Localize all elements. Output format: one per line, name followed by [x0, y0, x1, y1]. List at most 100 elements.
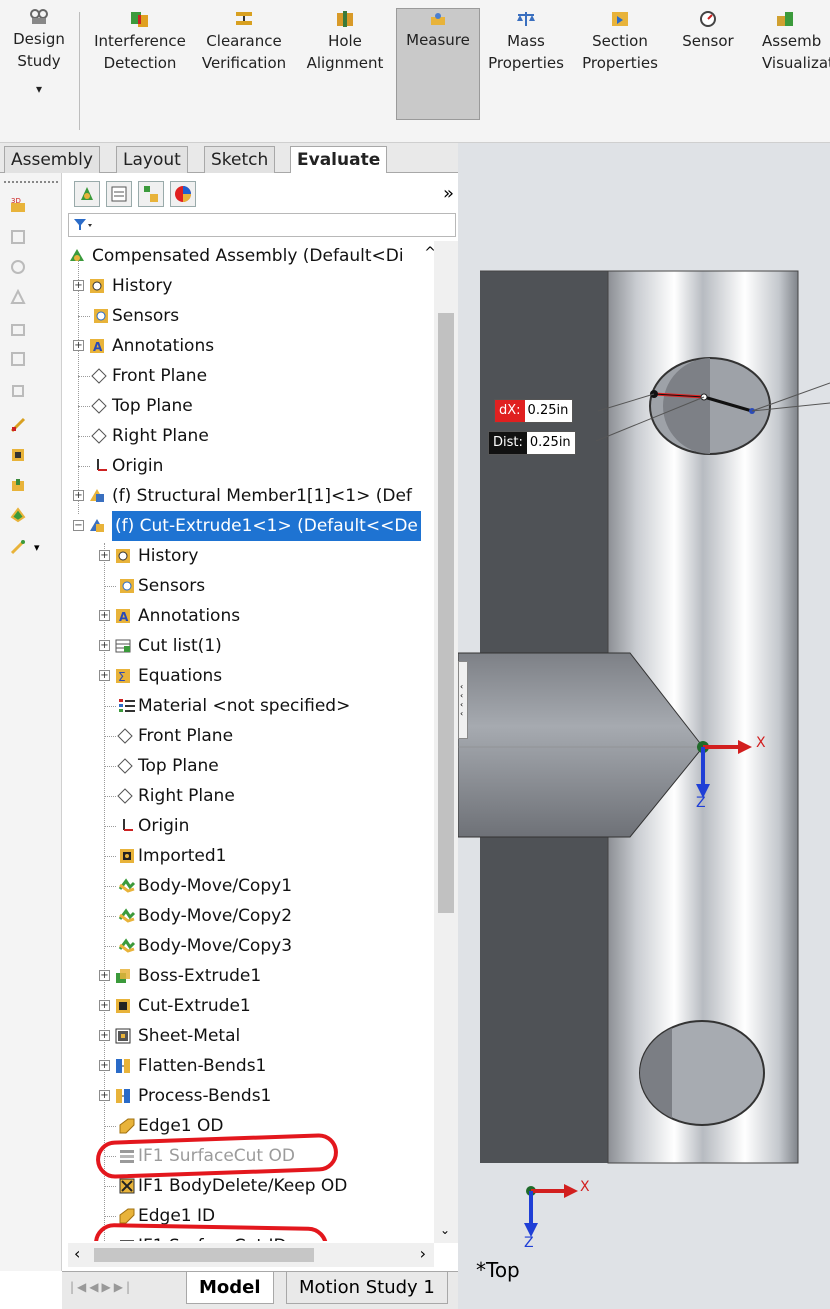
sensor-button[interactable]: Sensor — [676, 10, 740, 52]
collapse-arrows-icon: ‹ ‹ ‹ ‹ — [460, 682, 464, 718]
expand-toggle[interactable]: + — [73, 340, 84, 351]
expand-toggle[interactable]: + — [99, 1060, 110, 1071]
tree-item-label: Top Plane — [138, 756, 219, 776]
tree-item-label: History — [112, 276, 173, 296]
extrude-tool-icon[interactable] — [10, 447, 26, 463]
tab-layout[interactable]: Layout — [116, 146, 188, 173]
left-toolbar: 3D ▾ — [0, 173, 62, 1271]
tab-sketch[interactable]: Sketch — [204, 146, 276, 173]
expand-toggle[interactable]: + — [99, 670, 110, 681]
scroll-left-arrow-icon[interactable]: ‹ — [74, 1244, 80, 1263]
panel-collapse-handle[interactable]: ‹ ‹ ‹ ‹ — [458, 661, 468, 739]
tree-connector — [78, 259, 79, 514]
expand-toggle[interactable]: + — [73, 490, 84, 501]
tree-item-label: Cut-Extrude1 — [138, 996, 251, 1016]
scrollbar-thumb[interactable] — [94, 1248, 314, 1262]
tab-scroll-buttons[interactable]: |◀◀▶▶| — [70, 1280, 180, 1302]
scroll-down-arrow-icon[interactable]: ⌄ — [440, 1223, 450, 1237]
tree-vertical-scrollbar[interactable]: ⌄ — [434, 241, 458, 1243]
tree-item-label: Origin — [138, 816, 190, 836]
expand-toggle[interactable]: + — [99, 1030, 110, 1041]
feature-manager-tab[interactable] — [74, 181, 100, 207]
measure-callout-dx[interactable]: dX: 0.25in — [494, 399, 574, 423]
expand-toggle[interactable]: + — [73, 280, 84, 291]
feature-tool-icon[interactable] — [10, 507, 26, 523]
collapse-toggle[interactable]: − — [73, 520, 84, 531]
mass-properties-button[interactable]: Mass Properties — [486, 10, 566, 74]
tree-item-label: Material <not specified> — [138, 696, 351, 716]
prev-tab-icon[interactable]: ◀ — [89, 1280, 101, 1294]
material-icon — [119, 699, 135, 712]
tab-assembly[interactable]: Assembly — [4, 146, 100, 173]
plane-icon — [117, 788, 133, 804]
svg-text:A: A — [119, 610, 129, 624]
first-tab-icon[interactable]: |◀ — [70, 1280, 89, 1294]
tree-item-label: Flatten-Bends1 — [138, 1056, 267, 1076]
clearance-verification-button[interactable]: Clearance Verification — [196, 10, 292, 74]
sheet-metal-icon — [115, 1028, 131, 1044]
expand-toggle[interactable]: + — [99, 640, 110, 651]
dropdown-arrow-icon[interactable]: ▾ — [34, 541, 40, 554]
edge-flange-icon — [119, 1208, 135, 1224]
hole-alignment-button[interactable]: Hole Alignment — [298, 10, 392, 74]
tree-item-label: Right Plane — [112, 426, 209, 446]
expand-toggle[interactable]: + — [99, 610, 110, 621]
edge-flange-icon — [119, 1118, 135, 1134]
tab-evaluate[interactable]: Evaluate — [290, 146, 388, 174]
instant3d-icon[interactable] — [10, 539, 26, 555]
graphics-viewport[interactable]: X Z X Z dX: 0.25in Dist: 0.25in ‹ ‹ ‹ ‹ *Top — [458, 143, 830, 1309]
filter-icon[interactable] — [73, 218, 93, 232]
scrollbar-thumb[interactable] — [438, 313, 454, 913]
tree-item-label: Boss-Extrude1 — [138, 966, 262, 986]
design-study-label: Design Study — [13, 30, 65, 70]
sketch-tool-icon[interactable] — [10, 417, 26, 433]
display-manager-tab[interactable] — [170, 181, 196, 207]
measure-callout-dist[interactable]: Dist: 0.25in — [488, 431, 576, 455]
triad-x-label: X — [756, 735, 766, 751]
tree-horizontal-scrollbar[interactable]: ‹ › — [68, 1243, 434, 1267]
assembly-visualization-button[interactable]: Assemb Visualizat — [746, 10, 830, 74]
expand-panel-icon[interactable]: » — [443, 183, 454, 204]
measure-button[interactable]: Measure — [396, 8, 480, 120]
callout-value: 0.25in — [529, 435, 571, 450]
tree-filter-bar[interactable] — [68, 213, 456, 237]
expand-toggle[interactable]: + — [99, 970, 110, 981]
tree-item-label: History — [138, 546, 199, 566]
body-move-icon — [118, 908, 136, 923]
svg-text:A: A — [93, 340, 103, 354]
tab-motion-study-1[interactable]: Motion Study 1 — [286, 1272, 448, 1304]
toolbar-grip[interactable] — [4, 181, 58, 183]
measure-icon — [427, 9, 449, 27]
bottom-tab-bar: |◀◀▶▶| Model Motion Study 1 — [62, 1271, 458, 1309]
plane-icon — [91, 398, 107, 414]
last-tab-icon[interactable]: ▶| — [114, 1280, 133, 1294]
feature-tree: Compensated Assembly (Default<Di ^ + His… — [68, 241, 434, 1241]
design-study-button[interactable]: Design Study ▾ — [4, 8, 74, 100]
svg-text:3D: 3D — [11, 197, 21, 205]
red-highlight-annotation — [93, 1222, 329, 1241]
callout-value: 0.25in — [527, 403, 569, 418]
expand-toggle[interactable]: + — [99, 1090, 110, 1101]
clearance-verification-icon — [233, 10, 255, 28]
section-properties-button[interactable]: Section Properties — [570, 10, 670, 74]
annotations-icon: A — [116, 609, 130, 624]
3d-sketch-icon[interactable]: 3D — [10, 197, 26, 213]
design-study-icon — [28, 8, 50, 26]
dropdown-arrow-icon[interactable]: ▾ — [4, 78, 74, 100]
configuration-manager-tab[interactable] — [138, 181, 164, 207]
property-manager-tab[interactable] — [106, 181, 132, 207]
tab-model[interactable]: Model — [186, 1272, 274, 1304]
scroll-right-arrow-icon[interactable]: › — [420, 1244, 426, 1263]
cut-tool-icon[interactable] — [10, 477, 26, 493]
disabled-tool-icon — [11, 352, 25, 366]
expand-toggle[interactable]: + — [99, 1000, 110, 1011]
cut-extrude-icon — [116, 999, 130, 1013]
feature-manager-panel: » Compensated Assembly (Default<Di ^ + H… — [62, 173, 458, 1271]
tree-item-label: Annotations — [112, 336, 215, 356]
command-tab-bar: Assembly Layout Sketch Evaluate — [0, 143, 458, 174]
interference-detection-button[interactable]: Interference Detection — [88, 10, 192, 74]
scroll-up-arrow-icon[interactable]: ^ — [424, 245, 434, 261]
expand-toggle[interactable]: + — [99, 550, 110, 561]
body-move-icon — [118, 878, 136, 893]
next-tab-icon[interactable]: ▶ — [102, 1280, 114, 1294]
